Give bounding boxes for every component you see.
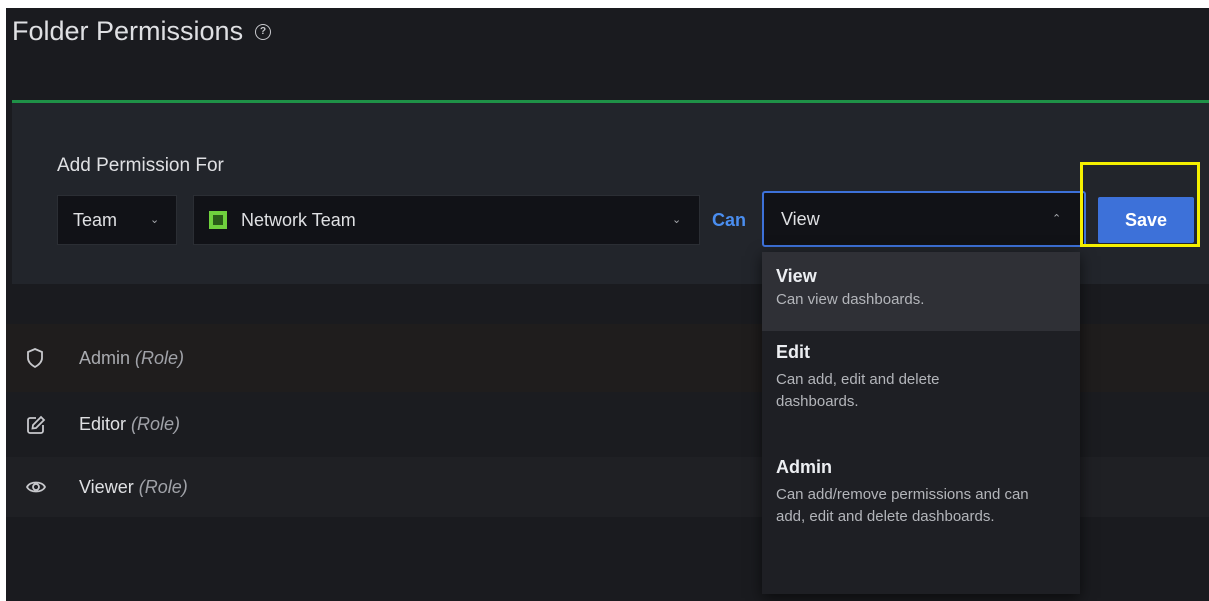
permission-option-view[interactable]: View Can view dashboards. xyxy=(762,252,1080,331)
row-name: Viewer xyxy=(79,476,134,497)
option-title: Admin xyxy=(776,457,832,477)
can-label: Can xyxy=(712,210,747,230)
chevron-up-icon: ⌃ xyxy=(1052,213,1062,225)
edit-icon xyxy=(26,415,46,435)
permission-row-label: Viewer (Role) xyxy=(79,477,188,498)
add-permission-label: Add Permission For xyxy=(57,155,224,176)
chevron-down-icon: ⌄ xyxy=(672,214,682,226)
save-button[interactable]: Save xyxy=(1098,197,1194,243)
permission-row-label: Admin (Role) xyxy=(79,348,184,369)
option-title: View xyxy=(776,266,817,286)
shield-icon xyxy=(26,348,46,369)
chevron-down-icon: ⌄ xyxy=(150,214,160,226)
permission-level-select[interactable]: View ⌃ xyxy=(762,191,1086,247)
page-title-text: Folder Permissions xyxy=(12,16,244,46)
option-title: Edit xyxy=(776,342,810,362)
target-type-value: Team xyxy=(73,209,118,230)
row-name: Editor xyxy=(79,414,127,434)
team-avatar-icon xyxy=(209,211,227,229)
permission-target-type-select[interactable]: Team ⌄ xyxy=(57,195,177,245)
permission-row-label: Editor (Role) xyxy=(79,414,180,435)
question-circle-icon[interactable]: ? xyxy=(255,23,272,40)
row-role: (Role) xyxy=(131,414,181,434)
permission-dropdown-menu: View Can view dashboards. Edit Can add, … xyxy=(762,252,1080,594)
option-description: Can view dashboards. xyxy=(776,291,925,308)
eye-icon xyxy=(25,477,47,497)
row-role: (Role) xyxy=(138,476,188,497)
team-select[interactable]: Network Team ⌄ xyxy=(193,195,700,245)
permission-level-value: View xyxy=(781,208,820,229)
permission-option-edit[interactable]: Edit Can add, edit and delete dashboards… xyxy=(762,342,1080,413)
folder-permissions-panel: Folder Permissions ? Add Permission For … xyxy=(6,8,1209,601)
page-title: Folder Permissions ? xyxy=(12,16,272,47)
team-select-value: Network Team xyxy=(241,209,356,230)
option-description: Can add/remove permissions and can add, … xyxy=(776,486,1029,525)
option-description: Can add, edit and delete dashboards. xyxy=(776,371,940,410)
row-name: Admin xyxy=(79,347,131,368)
row-role: (Role) xyxy=(135,347,185,368)
permission-option-admin[interactable]: Admin Can add/remove permissions and can… xyxy=(762,457,1080,528)
